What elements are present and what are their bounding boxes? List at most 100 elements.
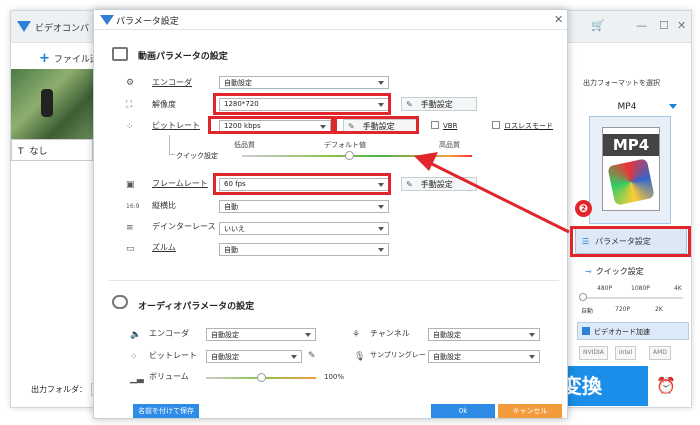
mp4-file-icon: MP4 (602, 127, 660, 211)
parameter-dialog: パラメータ設定 ✕ 動画パラメータの設定 ⚙ エンコーダ 自動設定 ⛶ 解像度 … (93, 9, 568, 419)
mp4-icon-label: MP4 (603, 134, 659, 156)
highlight-bitrate (208, 116, 334, 134)
volume-icon: ▁▃ (130, 374, 144, 384)
dialog-close-icon[interactable]: ✕ (554, 13, 563, 26)
highlight-bitrate-manual (334, 116, 419, 134)
microphone-icon: 🎙 (354, 352, 366, 362)
plus-icon: + (39, 51, 50, 66)
format-panel: 出力フォーマットを選択 MP4 MP4 ☰ パラメータ設定 ⊸ クイック設定 480… (571, 64, 691, 374)
quick-settings-label: ⊸ クイック設定 (585, 266, 644, 277)
channel-icon: ⚘ (352, 330, 361, 340)
audio-bitrate-select[interactable]: 自動設定 (206, 350, 302, 363)
subtitle-select[interactable]: T なし (11, 139, 93, 161)
zoom-label: ズルム (152, 243, 176, 252)
vbr-label: VBR (443, 122, 458, 130)
audio-encoder-select[interactable]: 自動設定 (206, 328, 316, 341)
res-480p: 480P (597, 285, 613, 292)
gpu-icon (582, 327, 590, 335)
vbr-checkbox[interactable]: VBR (431, 121, 457, 130)
volume-slider-knob[interactable] (257, 373, 266, 382)
highlight-parameter-button (570, 226, 691, 257)
res-720p: 720P (615, 306, 631, 313)
audio-settings-icon (112, 295, 128, 309)
app-logo-icon (17, 21, 31, 32)
zoom-icon: ▭ (126, 244, 135, 254)
quick-quality-label: クイック設定 (176, 152, 218, 160)
app-title: ビデオコンバ (35, 24, 90, 34)
sampling-label: サンプリングレート (370, 351, 433, 359)
alarm-clock-icon[interactable]: ⏰ (656, 376, 676, 395)
quality-low-label: 低品質 (234, 141, 255, 149)
close-icon[interactable]: ✕ (677, 19, 686, 32)
output-folder-label: 出力フォルダ： (31, 385, 87, 394)
highlight-resolution (213, 93, 391, 115)
sampling-select[interactable]: 自動設定 (428, 350, 540, 363)
minimize-icon[interactable]: — (636, 19, 647, 32)
highlight-framerate (213, 173, 391, 195)
cancel-button[interactable]: キャンセル (498, 404, 562, 418)
lossless-checkbox[interactable]: ロスレスモード (492, 121, 553, 131)
resolution-manual-button[interactable]: ✎ 手動設定 (401, 97, 477, 111)
deinterlace-label: デインターレース (152, 222, 216, 231)
gpu-acceleration-toggle[interactable]: ビデオカード加速 (577, 322, 689, 340)
resolution-label: 解像度 (152, 100, 176, 109)
amd-badge: AMD (649, 346, 671, 360)
channel-select[interactable]: 自動設定 (428, 328, 540, 341)
res-1080p: 1080P (631, 285, 650, 292)
framerate-label: フレームレート (152, 179, 208, 188)
framerate-icon: ▣ (126, 180, 135, 190)
gpu-acceleration-label: ビデオカード加速 (594, 328, 650, 336)
zoom-select[interactable]: 自動 (219, 243, 389, 256)
aspect-select[interactable]: 自動 (219, 200, 389, 213)
step-badge: ❷ (575, 200, 592, 217)
quality-slider[interactable] (242, 155, 472, 157)
format-dropdown[interactable]: MP4 (597, 102, 657, 112)
intel-badge: intel (615, 346, 637, 360)
lossless-label: ロスレスモード (504, 122, 553, 130)
dialog-title-bar: パラメータ設定 ✕ (94, 10, 567, 30)
quick-settings-text: クイック設定 (595, 267, 644, 276)
channel-label: チャンネル (370, 329, 410, 338)
pencil-icon: ✎ (406, 180, 413, 189)
format-card[interactable]: MP4 (589, 116, 671, 224)
select-format-label: 出力フォーマットを選択 (583, 79, 660, 87)
deinterlace-icon: ≡ (126, 223, 134, 233)
video-encoder-label: エンコーダ (152, 78, 192, 87)
bracket-line (169, 135, 175, 155)
nvidia-badge: NVIDIA (579, 346, 608, 360)
section-divider (109, 280, 559, 281)
res-4k: 4K (674, 285, 682, 292)
subtitle-value: なし (29, 147, 48, 157)
resolution-slider-knob[interactable] (579, 293, 587, 301)
video-settings-icon (112, 47, 128, 61)
video-encoder-select[interactable]: 自動設定 (219, 76, 389, 89)
cart-icon[interactable]: 🛒 (591, 19, 605, 32)
film-reel-icon (607, 158, 655, 206)
audio-section-title: オーディオパラメータの設定 (138, 302, 255, 312)
text-icon: T (18, 147, 24, 157)
audio-bitrate-icon: ⁘ (130, 352, 138, 362)
bitrate-icon: ⁘ (126, 122, 134, 132)
audio-bitrate-label: ビットレート (149, 351, 197, 360)
res-auto: 自動 (581, 308, 594, 315)
chevron-down-icon[interactable] (669, 104, 677, 109)
framerate-manual-button[interactable]: ✎ 手動設定 (401, 177, 477, 191)
res-2k: 2K (655, 306, 663, 313)
video-section-title: 動画パラメータの設定 (138, 52, 228, 62)
audio-encoder-label: エンコーダ (149, 329, 189, 338)
deinterlace-select[interactable]: いいえ (219, 222, 389, 235)
aspect-ratio-icon: 16:9 (126, 203, 140, 210)
quality-default-label: デフォルト値 (324, 141, 366, 149)
ok-button[interactable]: 0k (431, 404, 495, 418)
speaker-icon: 🔈 (130, 330, 142, 340)
video-bitrate-label: ビットレート (152, 121, 200, 130)
add-file-button[interactable]: + ファイル追 (39, 51, 99, 66)
save-as-button[interactable]: 名前を付けて保存 (133, 404, 199, 418)
maximize-icon[interactable]: ☐ (659, 19, 669, 32)
dialog-logo-icon (100, 15, 114, 25)
encoder-icon: ⚙ (126, 78, 135, 88)
quality-slider-knob[interactable] (345, 151, 354, 160)
video-thumbnail[interactable] (11, 69, 93, 139)
resolution-slider[interactable] (583, 297, 683, 299)
pencil-icon[interactable]: ✎ (308, 351, 320, 361)
